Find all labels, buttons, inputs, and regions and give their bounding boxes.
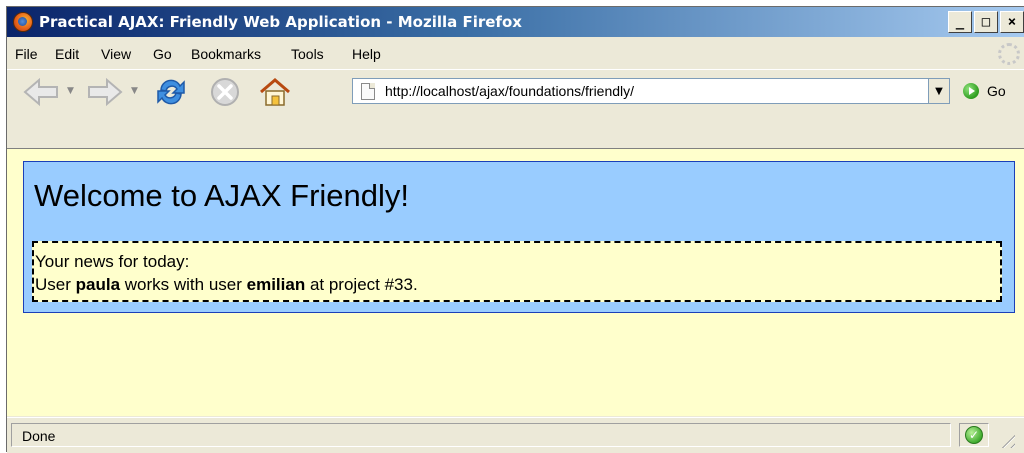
welcome-panel: Welcome to AJAX Friendly! Your news for …	[23, 161, 1015, 313]
title-bar[interactable]: Practical AJAX: Friendly Web Application…	[7, 7, 1024, 37]
news-intro: Your news for today:	[35, 252, 190, 271]
home-icon[interactable]	[257, 76, 293, 108]
resize-grip[interactable]	[997, 430, 1015, 448]
page-heading: Welcome to AJAX Friendly!	[34, 178, 410, 213]
menu-bar: File Edit View Go Bookmarks Tools Help	[7, 39, 1024, 67]
firefox-logo-icon[interactable]	[13, 12, 33, 32]
menu-bookmarks[interactable]: Bookmarks	[191, 46, 261, 62]
close-button[interactable]: ×	[1000, 11, 1024, 33]
forward-dropdown-icon[interactable]: ▼	[131, 86, 138, 96]
window-controls: _ □ ×	[948, 11, 1024, 33]
address-bar[interactable]	[352, 78, 930, 104]
news-line: User paula works with user emilian at pr…	[35, 273, 1000, 296]
maximize-button[interactable]: □	[974, 11, 998, 33]
minimize-button[interactable]: _	[948, 11, 972, 33]
status-text: Done	[11, 423, 951, 447]
go-button[interactable]: Go	[963, 83, 1006, 99]
activity-throbber-icon	[998, 43, 1020, 65]
url-history-dropdown-button[interactable]: ▼	[928, 78, 950, 104]
back-dropdown-icon[interactable]: ▼	[67, 86, 74, 96]
forward-arrow-icon[interactable]	[85, 76, 125, 108]
page-icon	[361, 82, 375, 100]
back-arrow-icon[interactable]	[21, 76, 61, 108]
news-middle: works with user	[120, 275, 247, 294]
security-status[interactable]: ✓	[959, 423, 989, 447]
menu-go[interactable]: Go	[153, 46, 172, 62]
menu-help[interactable]: Help	[352, 46, 381, 62]
news-user-2: emilian	[246, 275, 306, 294]
news-box: Your news for today: User paula works wi…	[32, 241, 1002, 302]
news-prefix: User	[35, 275, 76, 294]
stop-icon[interactable]	[207, 76, 243, 108]
menu-view[interactable]: View	[101, 46, 131, 62]
url-input[interactable]	[385, 83, 885, 99]
go-arrow-icon	[963, 83, 979, 99]
menu-tools[interactable]: Tools	[291, 46, 324, 62]
window-title: Practical AJAX: Friendly Web Application…	[39, 13, 522, 31]
navigation-toolbar: ▼ ▼ ▼ Go	[7, 69, 1024, 113]
status-bar: Done ✓	[7, 417, 1024, 453]
check-shield-icon: ✓	[965, 426, 983, 444]
browser-window: Practical AJAX: Friendly Web Application…	[6, 6, 1024, 453]
news-suffix: at project #33.	[305, 275, 418, 294]
news-user-1: paula	[75, 275, 121, 294]
menu-file[interactable]: File	[15, 46, 38, 62]
go-label: Go	[987, 83, 1006, 99]
page-content: Welcome to AJAX Friendly! Your news for …	[7, 148, 1024, 416]
reload-icon[interactable]	[153, 76, 189, 108]
menu-edit[interactable]: Edit	[55, 46, 79, 62]
